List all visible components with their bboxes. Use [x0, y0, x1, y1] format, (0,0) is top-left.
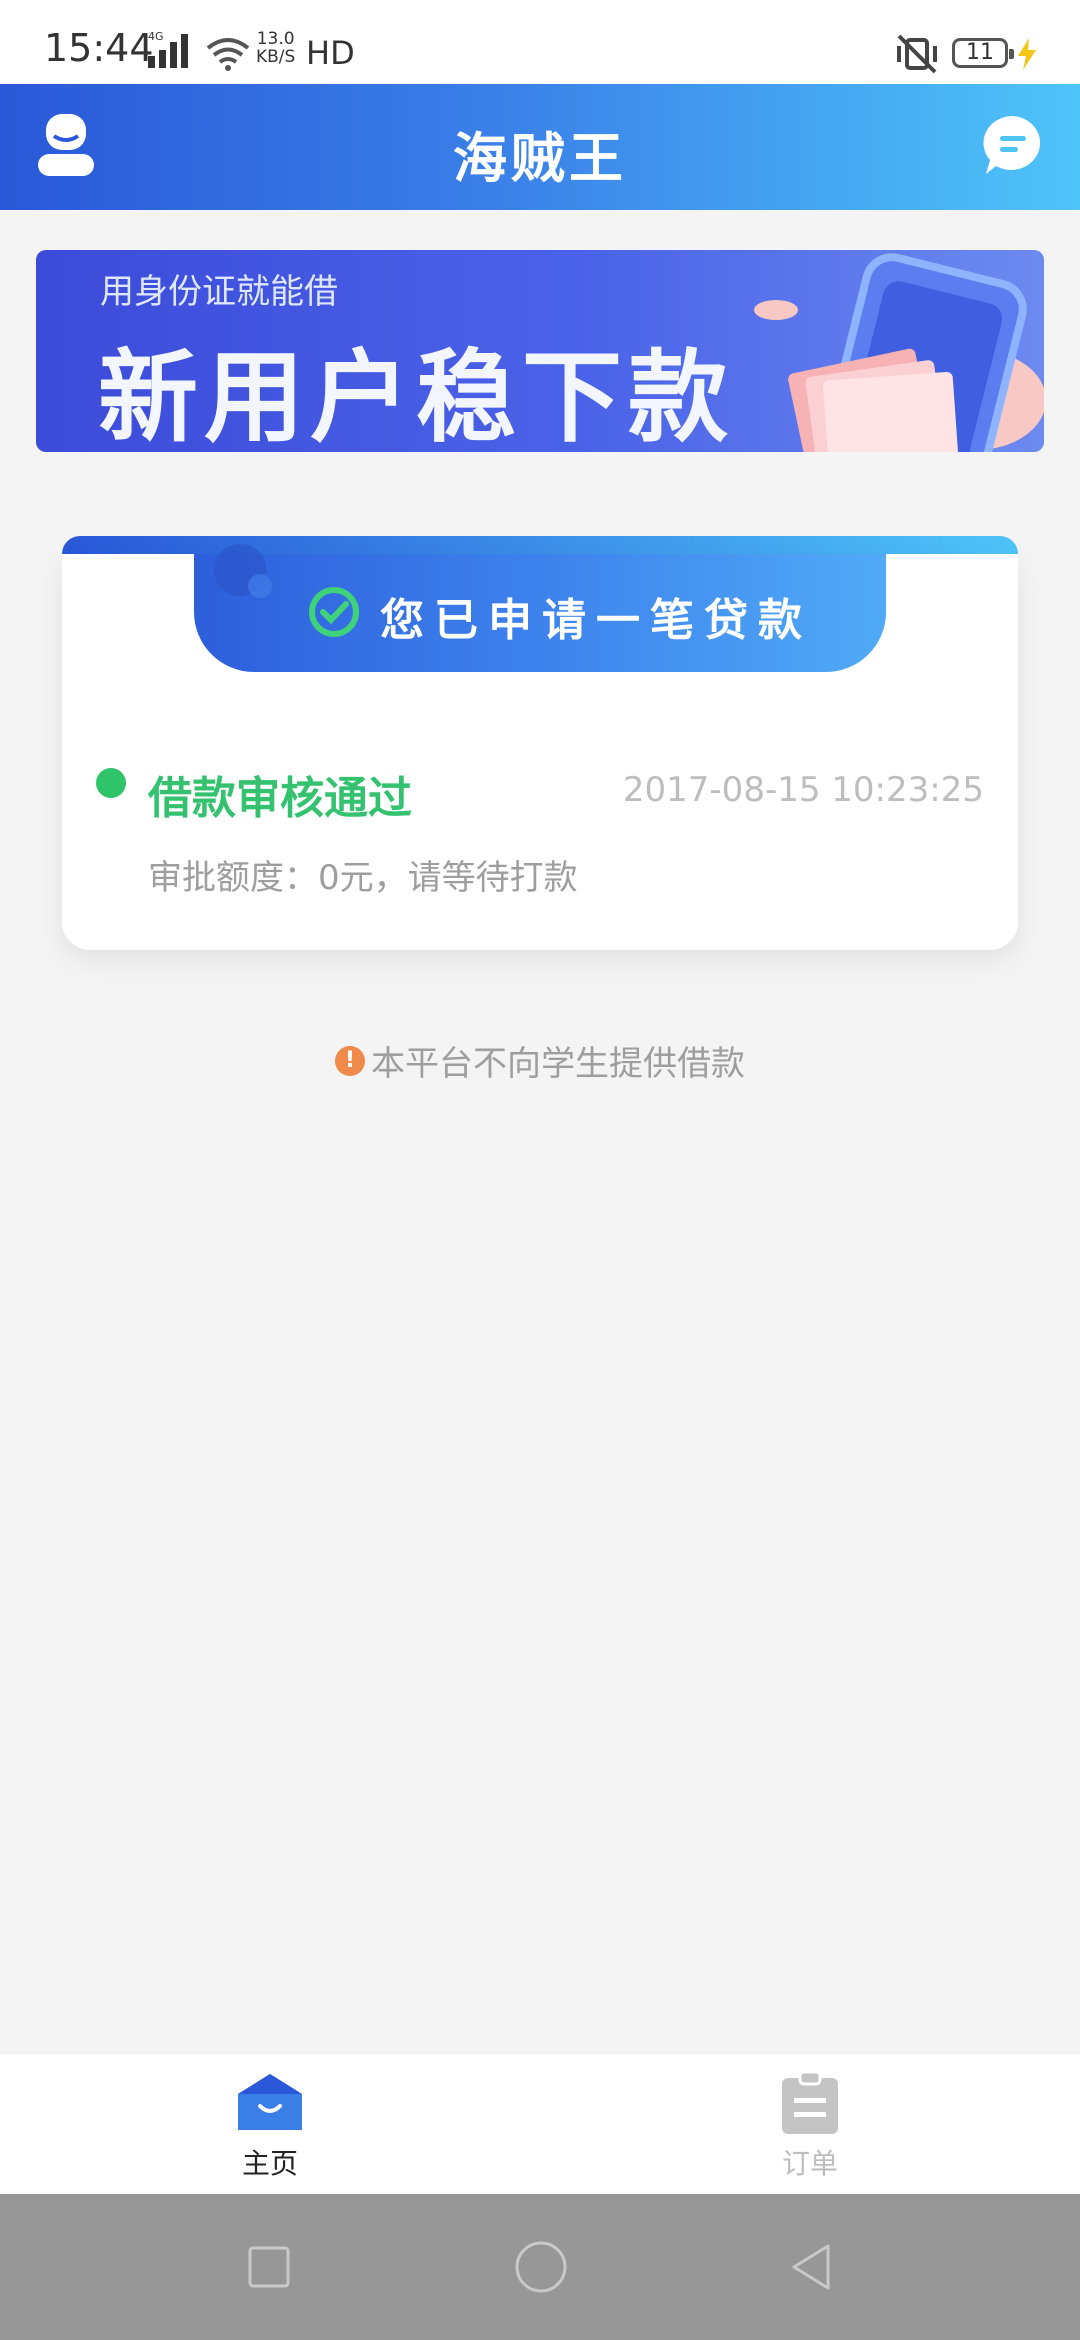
banner-title: 新用户稳下款: [98, 339, 734, 452]
status-timestamp: 2017-08-15 10:23:25: [622, 770, 984, 810]
status-description: 审批额度：0元，请等待打款: [148, 858, 578, 898]
decor-bubble: [214, 544, 272, 598]
tab-home-label: 主页: [241, 2147, 298, 2180]
status-bar: 15:44 4G 13.0 KB/S HD 11: [0, 0, 1080, 84]
phone-money-illustration: [754, 253, 1044, 452]
promo-banner[interactable]: 用身份证就能借 新用户稳下款: [36, 250, 1044, 452]
wifi-icon: [206, 38, 250, 71]
tab-home[interactable]: 主页: [0, 2054, 540, 2194]
speed-value: 13.0: [256, 29, 295, 49]
network-speed: 13.0 KB/S: [256, 30, 295, 66]
battery-icon: 11: [952, 38, 1014, 68]
app-header: 海贼王: [0, 84, 1080, 210]
status-time: 15:44: [44, 26, 154, 70]
bottom-nav: 主页 订单: [0, 2054, 1080, 2194]
notice-text: 本平台不向学生提供借款: [371, 1044, 745, 1084]
system-nav-bar: [0, 2194, 1080, 2340]
charging-icon: [1018, 38, 1036, 70]
status-dot: [96, 768, 126, 798]
student-notice: ! 本平台不向学生提供借款: [0, 1036, 1080, 1085]
banner-subtitle: 用身份证就能借: [100, 272, 338, 312]
hd-indicator: HD: [306, 34, 355, 72]
message-icon[interactable]: [982, 114, 1044, 176]
home-icon: [238, 2074, 302, 2130]
page-title: 海贼王: [453, 127, 627, 190]
svg-text:4G: 4G: [148, 30, 164, 43]
back-icon[interactable]: [786, 2242, 836, 2292]
home-circle-icon[interactable]: [514, 2240, 568, 2294]
battery-level: 11: [966, 40, 994, 65]
vibrate-mute-icon: [897, 34, 937, 74]
loan-applied-text: 您已申请一笔贷款: [380, 595, 812, 646]
loan-status-card: 您已申请一笔贷款 借款审核通过 2017-08-15 10:23:25 审批额度…: [62, 536, 1018, 950]
warning-icon: !: [335, 1045, 365, 1076]
tab-orders-label: 订单: [781, 2147, 838, 2180]
speed-unit: KB/S: [256, 47, 296, 67]
tab-orders[interactable]: 订单: [540, 2054, 1080, 2194]
check-circle-icon: [309, 587, 359, 637]
recent-apps-icon[interactable]: [244, 2242, 294, 2292]
order-icon: [782, 2072, 838, 2134]
signal-icon: 4G: [148, 30, 188, 68]
status-title: 借款审核通过: [148, 773, 412, 824]
card-body: 您已申请一笔贷款 借款审核通过 2017-08-15 10:23:25 审批额度…: [62, 544, 1018, 950]
